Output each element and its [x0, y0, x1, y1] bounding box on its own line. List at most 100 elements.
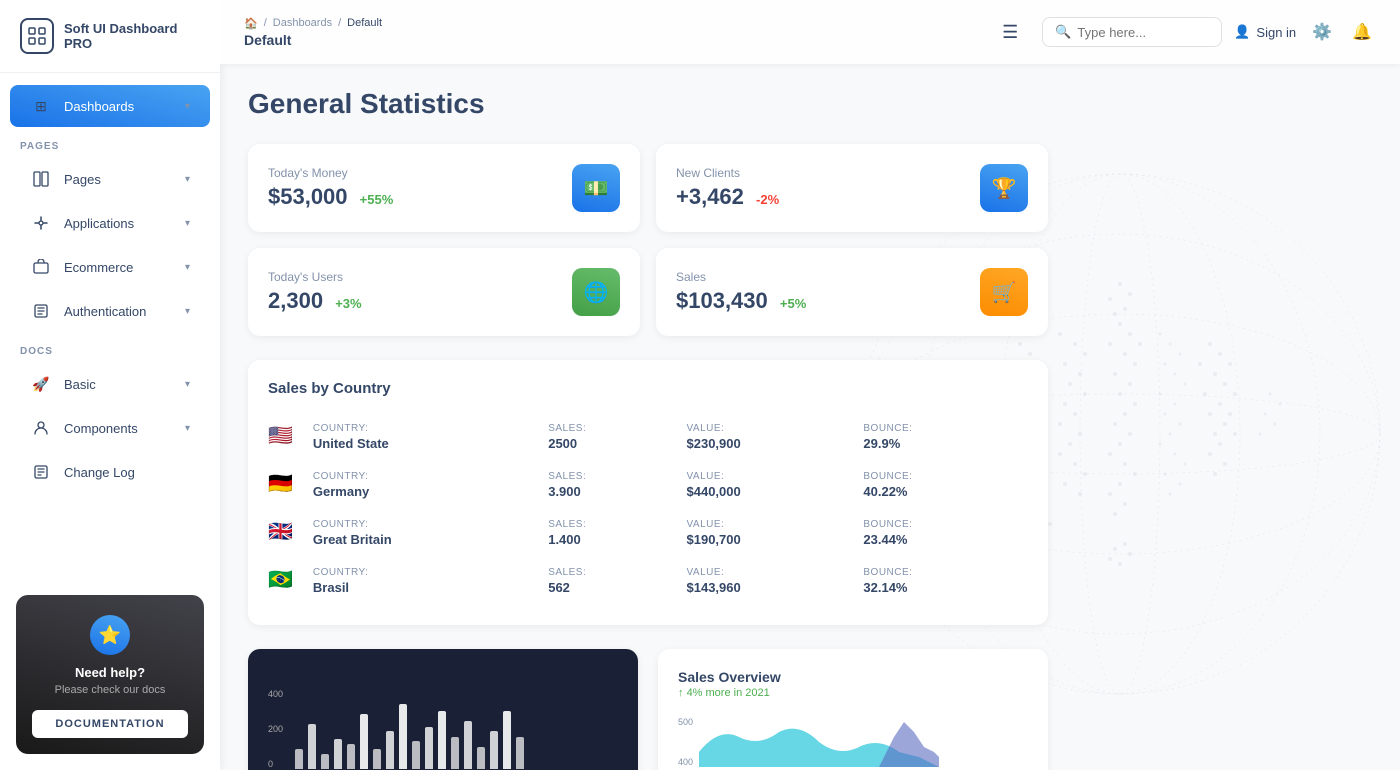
- money-icon: 💵: [572, 164, 620, 212]
- chevron-auth-icon: ▾: [185, 306, 190, 317]
- content-wrapper: General Statistics Today's Money $53,000…: [248, 88, 1372, 770]
- bar: [334, 739, 342, 769]
- stat-value-users: 2,300 +3%: [268, 288, 362, 314]
- bar: [386, 731, 394, 769]
- overview-y-500: 500: [678, 717, 693, 727]
- y-label-0: 0: [268, 759, 283, 769]
- search-box[interactable]: 🔍: [1042, 17, 1222, 47]
- value-cell-gb: Value: $190,700: [687, 509, 864, 557]
- sidebar-item-changelog[interactable]: Change Log: [10, 451, 210, 493]
- table-row: 🇩🇪 Country: Germany Sales: 3.900 Value:: [268, 461, 1028, 509]
- bar: [451, 737, 459, 769]
- bar: [295, 749, 303, 769]
- sidebar-components-label: Components: [64, 421, 173, 436]
- stat-card-clients: New Clients +3,462 -2% 🏆: [656, 144, 1048, 232]
- sidebar-item-basic[interactable]: 🚀 Basic ▾: [10, 363, 210, 405]
- arrow-up-icon: ↑: [678, 687, 684, 699]
- sidebar-applications-label: Applications: [64, 216, 173, 231]
- stat-info-sales: Sales $103,430 +5%: [676, 270, 806, 314]
- bar: [360, 714, 368, 769]
- country-cell-us: Country: United State: [313, 413, 548, 461]
- country-cell-de: Country: Germany: [313, 461, 548, 509]
- sales-overview-title: Sales Overview: [678, 669, 1028, 685]
- sidebar-item-applications[interactable]: Applications ▾: [10, 202, 210, 244]
- chevron-ecommerce-icon: ▾: [185, 262, 190, 273]
- sales-cell-us: Sales: 2500: [548, 413, 686, 461]
- search-input[interactable]: [1077, 25, 1207, 40]
- bar: [347, 744, 355, 769]
- help-box: ⭐ Need help? Please check our docs DOCUM…: [16, 595, 204, 754]
- bar: [503, 711, 511, 769]
- chevron-icon: ▾: [185, 101, 190, 112]
- stat-label-money: Today's Money: [268, 166, 393, 180]
- stat-change-money: +55%: [360, 192, 394, 207]
- help-star-icon: ⭐: [90, 615, 130, 655]
- stat-card-users: Today's Users 2,300 +3% 🌐: [248, 248, 640, 336]
- country-cell-br: Country: Brasil: [313, 557, 548, 605]
- sales-country-title: Sales by Country: [268, 380, 1028, 397]
- sidebar-pages-label: Pages: [64, 172, 173, 187]
- bar: [308, 724, 316, 769]
- y-label-400: 400: [268, 689, 283, 699]
- sales-cell-gb: Sales: 1.400: [548, 509, 686, 557]
- bar-chart-container: 400 200 0: [268, 669, 618, 769]
- hamburger-button[interactable]: ☰: [994, 16, 1026, 49]
- pages-icon: [30, 168, 52, 190]
- stat-change-sales: +5%: [780, 296, 806, 311]
- table-row: 🇧🇷 Country: Brasil Sales: 562 Value:: [268, 557, 1028, 605]
- bar: [412, 741, 420, 769]
- components-icon: [30, 417, 52, 439]
- line-chart-svg: [699, 717, 939, 767]
- bar: [464, 721, 472, 769]
- bounce-cell-de: Bounce: 40.22%: [863, 461, 1028, 509]
- signin-button[interactable]: 👤 Sign in: [1234, 24, 1296, 40]
- sidebar-item-authentication[interactable]: Authentication ▾: [10, 290, 210, 332]
- breadcrumb-sep2: /: [338, 17, 341, 29]
- bar: [438, 711, 446, 769]
- country-cell-gb: Country: Great Britain: [313, 509, 548, 557]
- stats-grid: Today's Money $53,000 +55% 💵 New Clients…: [248, 144, 1048, 336]
- breadcrumb-default: Default: [347, 17, 382, 29]
- sales-overview-change: 4% more in 2021: [687, 687, 770, 699]
- sales-overview-subtitle: ↑ 4% more in 2021: [678, 687, 1028, 699]
- home-icon: 🏠: [244, 17, 258, 30]
- overview-y-axis: 500 400: [678, 717, 693, 767]
- sidebar-nav: ⊞ Dashboards ▾ PAGES Pages ▾ Application…: [0, 73, 220, 579]
- help-subtitle: Please check our docs: [32, 684, 188, 696]
- stat-label-users: Today's Users: [268, 270, 362, 284]
- stat-value-sales: $103,430 +5%: [676, 288, 806, 314]
- sales-overview-card: Sales Overview ↑ 4% more in 2021 500 400: [658, 649, 1048, 770]
- sidebar-item-dashboards[interactable]: ⊞ Dashboards ▾: [10, 85, 210, 127]
- changelog-icon: [30, 461, 52, 483]
- table-row: 🇬🇧 Country: Great Britain Sales: 1.400 V…: [268, 509, 1028, 557]
- notifications-button[interactable]: 🔔: [1348, 18, 1376, 46]
- breadcrumb-path: 🏠 / Dashboards / Default: [244, 17, 978, 30]
- stat-info-users: Today's Users 2,300 +3%: [268, 270, 362, 314]
- country-table: 🇺🇸 Country: United State Sales: 2500 Val…: [268, 413, 1028, 605]
- bar: [516, 737, 524, 769]
- documentation-button[interactable]: DOCUMENTATION: [32, 710, 188, 738]
- value-cell-de: Value: $440,000: [687, 461, 864, 509]
- overview-y-400: 400: [678, 757, 693, 767]
- sales-cell-br: Sales: 562: [548, 557, 686, 605]
- applications-icon: [30, 212, 52, 234]
- stat-amount-money: $53,000: [268, 184, 348, 209]
- sidebar-item-components[interactable]: Components ▾: [10, 407, 210, 449]
- sidebar-item-label: Dashboards: [64, 99, 173, 114]
- main-content: 🏠 / Dashboards / Default Default ☰ 🔍 👤 S…: [220, 0, 1400, 770]
- sales-line-chart: 500 400: [678, 707, 1028, 767]
- settings-button[interactable]: ⚙️: [1308, 18, 1336, 46]
- breadcrumb-sep1: /: [264, 17, 267, 29]
- stat-info-money: Today's Money $53,000 +55%: [268, 166, 393, 210]
- sidebar: Soft UI Dashboard PRO ⊞ Dashboards ▾ PAG…: [0, 0, 220, 770]
- sales-cell-de: Sales: 3.900: [548, 461, 686, 509]
- sidebar-item-pages[interactable]: Pages ▾: [10, 158, 210, 200]
- stat-amount-sales: $103,430: [676, 288, 768, 313]
- sidebar-item-ecommerce[interactable]: Ecommerce ▾: [10, 246, 210, 288]
- bounce-cell-us: Bounce: 29.9%: [863, 413, 1028, 461]
- content-area: General Statistics Today's Money $53,000…: [220, 64, 1400, 770]
- stat-amount-users: 2,300: [268, 288, 323, 313]
- breadcrumb-dashboards[interactable]: Dashboards: [273, 17, 332, 29]
- bounce-cell-gb: Bounce: 23.44%: [863, 509, 1028, 557]
- chevron-components-icon: ▾: [185, 423, 190, 434]
